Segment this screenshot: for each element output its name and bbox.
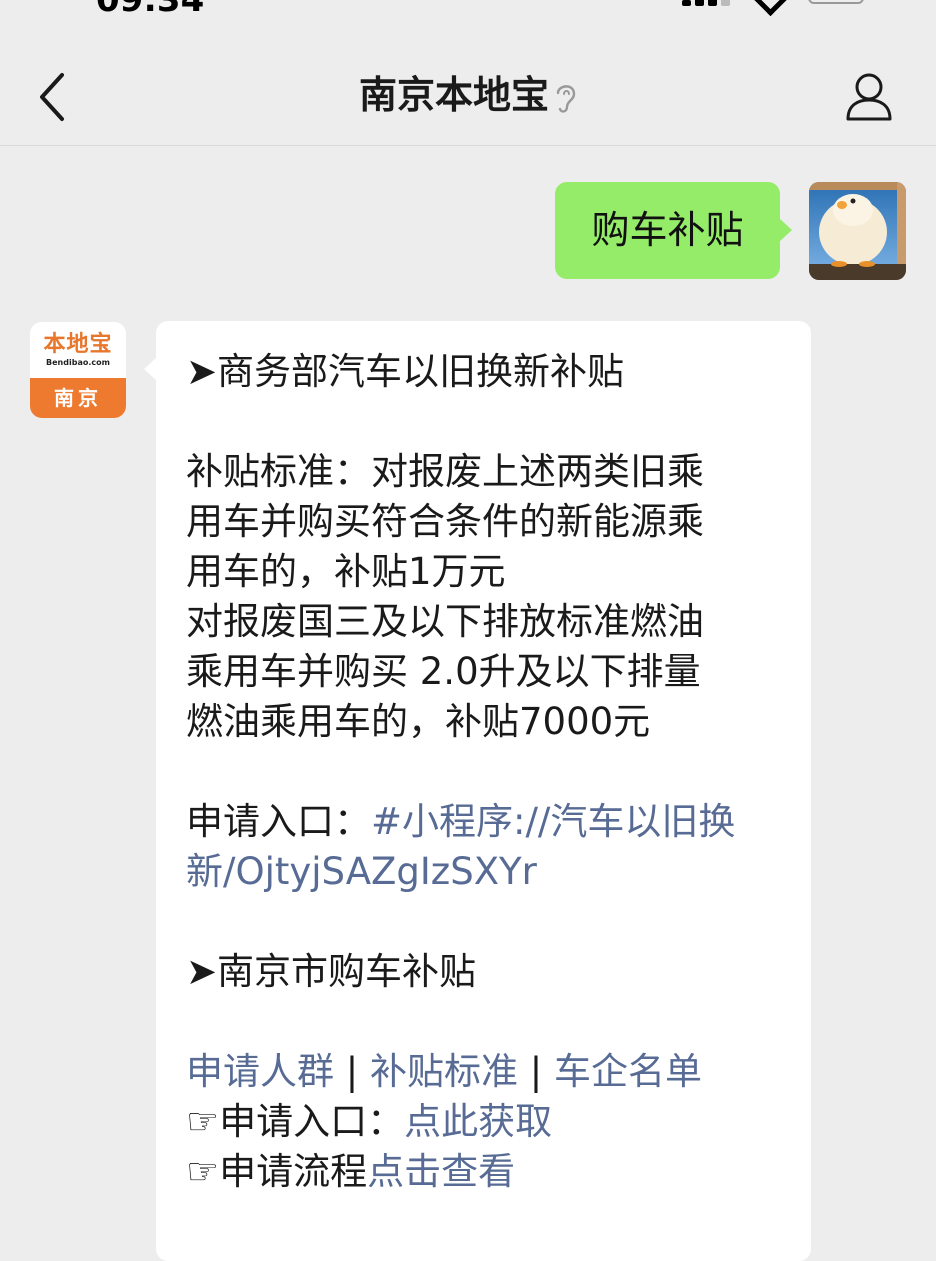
earpiece-mode-icon <box>556 84 576 113</box>
chat-title-row: 南京本地宝 <box>0 67 936 123</box>
apply-entry-row: ☞申请入口：点此获取 <box>186 1097 791 1147</box>
outgoing-message-bubble[interactable]: 购车补贴 <box>555 182 792 279</box>
my-avatar[interactable] <box>809 182 906 280</box>
apply-process-label: ☞申请流程 <box>186 1150 368 1193</box>
avatar-city: 南京 <box>30 378 126 418</box>
apply-entry-link[interactable]: 点此获取 <box>404 1100 552 1143</box>
entry-row: 申请入口：#小程序://汽车以旧换 <box>186 797 791 847</box>
links-row: 申请人群 | 补贴标准 | 车企名单 <box>186 1047 791 1097</box>
mini-program-link[interactable]: #小程序://汽车以旧换 <box>371 800 735 843</box>
status-time: 09:34 <box>96 0 205 20</box>
profile-icon[interactable] <box>840 67 900 127</box>
outgoing-message-text: 购车补贴 <box>591 208 744 252</box>
link-separator: | <box>334 1050 370 1093</box>
apply-process-link[interactable]: 点击查看 <box>367 1150 515 1193</box>
duck-plush-image <box>809 182 906 280</box>
standard-line: 用车的，补贴1万元 <box>186 550 506 593</box>
chat-title: 南京本地宝 <box>358 73 549 117</box>
standard-line: 用车并购买符合条件的新能源乘 <box>186 500 704 543</box>
apply-entry-label: ☞申请入口： <box>186 1100 405 1143</box>
bendibao-logo: 本地宝 <box>43 332 113 357</box>
subsidy-standard-link[interactable]: 补贴标准 <box>370 1050 518 1093</box>
car-companies-link[interactable]: 车企名单 <box>554 1050 702 1093</box>
section-heading-nanjing: ➤南京市购车补贴 <box>186 950 477 993</box>
standard-line: 燃油乘用车的，补贴7000元 <box>186 700 651 743</box>
link-separator: | <box>518 1050 554 1093</box>
bendibao-domain: Bendibao.com <box>46 358 110 367</box>
apply-process-row: ☞申请流程点击查看 <box>186 1147 791 1197</box>
battery-icon <box>808 0 864 4</box>
incoming-message-bubble[interactable]: ➤商务部汽车以旧换新补贴 补贴标准：对报废上述两类旧乘 用车并购买符合条件的新能… <box>144 321 811 1261</box>
entry-label: 申请入口： <box>186 800 371 843</box>
standard-line: 补贴标准：对报废上述两类旧乘 <box>186 450 704 493</box>
standard-line: 乘用车并购买 2.0升及以下排量 <box>186 650 701 693</box>
applicants-link[interactable]: 申请人群 <box>186 1050 334 1093</box>
section-heading-ministry: ➤商务部汽车以旧换新补贴 <box>186 350 625 393</box>
standard-line: 对报废国三及以下排放标准燃油 <box>186 600 704 643</box>
signal-icon <box>682 0 732 6</box>
wifi-icon <box>752 0 789 17</box>
status-bar: 09:34 <box>0 0 936 20</box>
official-account-avatar[interactable]: 本地宝 Bendibao.com 南京 <box>30 322 126 418</box>
nav-bar: 南京本地宝 <box>0 45 936 146</box>
mini-program-link-cont[interactable]: 新/OjtyjSAZgIzSXYr <box>186 847 791 897</box>
